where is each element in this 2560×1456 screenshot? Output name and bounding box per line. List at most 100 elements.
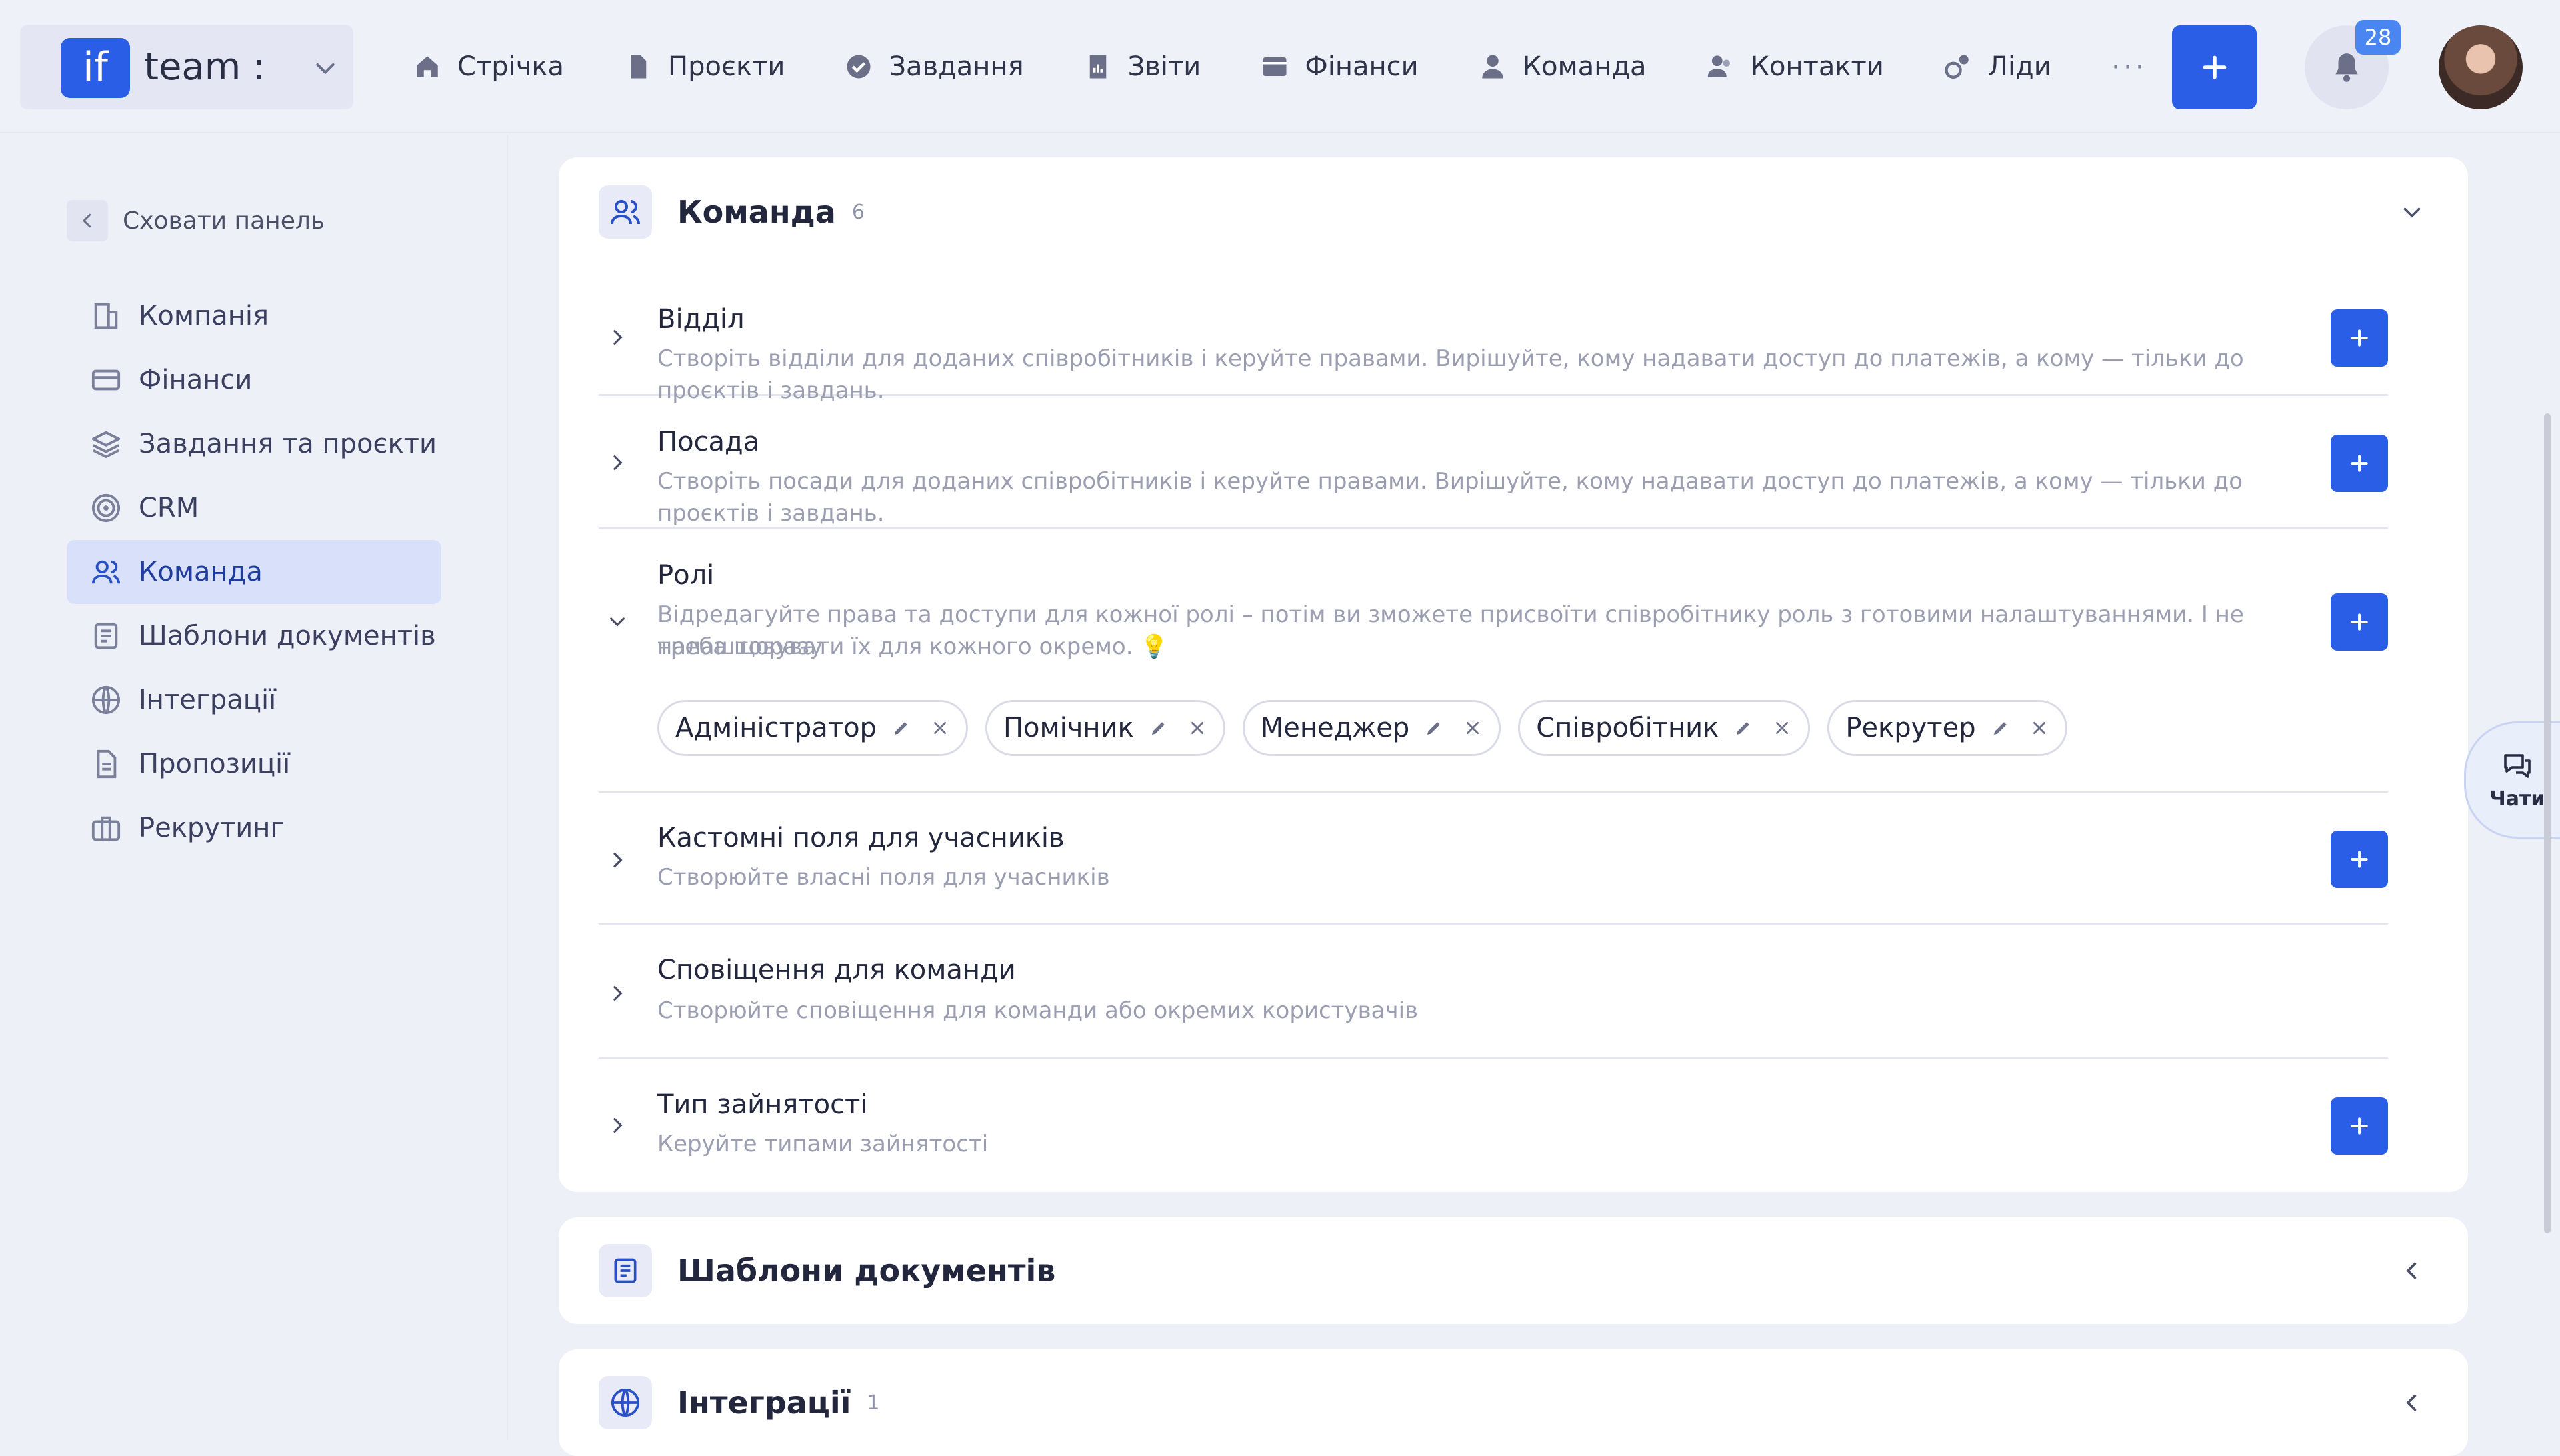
wallet-icon xyxy=(1263,57,1287,76)
hide-panel-label: Сховати панель xyxy=(123,207,325,235)
role-chip[interactable]: Менеджер xyxy=(1242,700,1501,756)
pencil-icon[interactable] xyxy=(1991,718,2011,738)
doc-templates-card[interactable]: Шаблони документів xyxy=(559,1217,2468,1324)
section-description: Створіть посади для доданих співробітник… xyxy=(657,468,2243,527)
close-icon[interactable] xyxy=(1189,719,1206,737)
workspace-switcher[interactable]: if team : xyxy=(20,25,353,109)
section-roles: Ролі Відредагуйте права та доступи для к… xyxy=(599,529,2388,793)
nav-item-contacts[interactable]: Контакти xyxy=(1707,40,1884,93)
section-position: Посада Створіть посади для доданих співр… xyxy=(599,396,2388,529)
add-role-button[interactable] xyxy=(2331,593,2388,651)
chevron-right-icon[interactable] xyxy=(607,327,628,348)
template-icon xyxy=(94,623,118,649)
card-header[interactable]: Команда 6 xyxy=(599,185,865,239)
role-chip[interactable]: Помічник xyxy=(985,700,1225,756)
sidebar-item-team[interactable]: Команда xyxy=(67,540,441,604)
chevron-left-icon[interactable] xyxy=(2400,1391,2424,1415)
nav-label: Звіти xyxy=(1127,51,1201,82)
nav-label: Контакти xyxy=(1750,51,1884,82)
section-title: Посада xyxy=(657,427,760,457)
card-title: Команда xyxy=(677,194,836,230)
sidebar-item-label: Завдання та проєкти xyxy=(139,429,437,459)
chevron-right-icon[interactable] xyxy=(607,1115,628,1136)
team-icon xyxy=(599,185,652,239)
layers-icon xyxy=(91,431,121,459)
person-icon xyxy=(1481,55,1503,79)
chevron-down-icon[interactable] xyxy=(2400,200,2424,224)
hide-panel-button[interactable]: Сховати панель xyxy=(67,200,325,241)
nav-label: Стрічка xyxy=(457,51,565,82)
nav-item-team[interactable]: Команда xyxy=(1479,40,1647,93)
section-title: Кастомні поля для учасників xyxy=(657,823,1065,853)
close-icon[interactable] xyxy=(931,719,949,737)
company-icon xyxy=(94,303,118,329)
nav-item-feed[interactable]: Стрічка xyxy=(413,40,564,93)
pencil-icon[interactable] xyxy=(1733,718,1753,738)
card-icon xyxy=(91,369,121,391)
chevron-left-icon[interactable] xyxy=(2400,1259,2424,1283)
bell-icon xyxy=(2335,53,2358,82)
close-icon[interactable] xyxy=(1464,719,1481,737)
nav-label: Команда xyxy=(1522,51,1647,82)
chevron-right-icon[interactable] xyxy=(607,452,628,473)
card-header: Шаблони документів xyxy=(599,1244,1055,1297)
add-department-button[interactable] xyxy=(2331,309,2388,367)
scrollbar[interactable] xyxy=(2544,413,2551,1233)
template-icon xyxy=(599,1244,652,1297)
chat-icon xyxy=(2504,753,2531,778)
card-header: Інтеграції 1 xyxy=(599,1376,879,1429)
document-icon xyxy=(631,55,647,79)
add-custom-field-button[interactable] xyxy=(2331,831,2388,888)
chevron-right-icon[interactable] xyxy=(607,849,628,871)
integrations-card[interactable]: Інтеграції 1 xyxy=(559,1349,2468,1456)
sidebar-item-tasks-projects[interactable]: Завдання та проєкти xyxy=(67,412,441,476)
card-count: 6 xyxy=(851,200,865,224)
nav-item-reports[interactable]: Звіти xyxy=(1084,40,1201,93)
chevron-down-icon[interactable] xyxy=(607,611,628,632)
app-logo: if xyxy=(61,38,130,98)
nav-more-button[interactable]: ··· xyxy=(2111,40,2147,93)
close-icon[interactable] xyxy=(2031,719,2048,737)
close-icon[interactable] xyxy=(1773,719,1791,737)
role-chip[interactable]: Рекрутер xyxy=(1827,700,2067,756)
sidebar-item-label: Команда xyxy=(139,557,263,587)
nav-item-projects[interactable]: Проєкти xyxy=(624,40,785,93)
avatar[interactable] xyxy=(2439,25,2523,109)
sidebar-item-crm[interactable]: CRM xyxy=(67,476,441,540)
role-label: Адміністратор xyxy=(675,713,877,743)
chevron-right-icon[interactable] xyxy=(607,983,628,1004)
section-title: Сповіщення для команди xyxy=(657,955,1016,985)
add-employment-type-button[interactable] xyxy=(2331,1097,2388,1155)
sidebar-item-label: Рекрутинг xyxy=(139,813,285,843)
nav-item-tasks[interactable]: Завдання xyxy=(845,40,1024,93)
pencil-icon[interactable] xyxy=(1149,718,1169,738)
sidebar-item-proposals[interactable]: Пропозиції xyxy=(67,732,441,796)
chats-label: Чати xyxy=(2489,787,2545,811)
card-count: 1 xyxy=(867,1391,880,1415)
role-label: Співробітник xyxy=(1536,713,1719,743)
home-icon xyxy=(417,56,438,77)
create-button[interactable] xyxy=(2172,25,2257,109)
nav-item-leads[interactable]: Ліди xyxy=(1944,40,2051,93)
sidebar-item-company[interactable]: Компанія xyxy=(67,284,441,348)
add-position-button[interactable] xyxy=(2331,435,2388,492)
nav-label: Фінанси xyxy=(1305,51,1419,82)
nav-label: Проєкти xyxy=(668,51,785,82)
pencil-icon[interactable] xyxy=(1424,718,1444,738)
chevron-down-icon xyxy=(316,63,335,74)
sidebar-item-finance[interactable]: Фінанси xyxy=(67,348,441,412)
role-chip[interactable]: Адміністратор xyxy=(657,700,968,756)
role-chip[interactable]: Співробітник xyxy=(1518,700,1811,756)
nav-label: Завдання xyxy=(889,51,1024,82)
section-title: Відділ xyxy=(657,304,745,335)
sidebar-item-integrations[interactable]: Інтеграції xyxy=(67,668,441,732)
team-icon xyxy=(91,560,121,584)
pencil-icon[interactable] xyxy=(891,718,911,738)
role-label: Менеджер xyxy=(1260,713,1410,743)
sidebar-item-recruiting[interactable]: Рекрутинг xyxy=(67,796,441,860)
nav-item-finance[interactable]: Фінанси xyxy=(1261,40,1419,93)
section-title: Ролі xyxy=(657,560,715,591)
nav-label: Ліди xyxy=(1987,51,2051,82)
card-title: Інтеграції xyxy=(677,1385,851,1421)
sidebar-item-doc-templates[interactable]: Шаблони документів xyxy=(67,604,441,668)
